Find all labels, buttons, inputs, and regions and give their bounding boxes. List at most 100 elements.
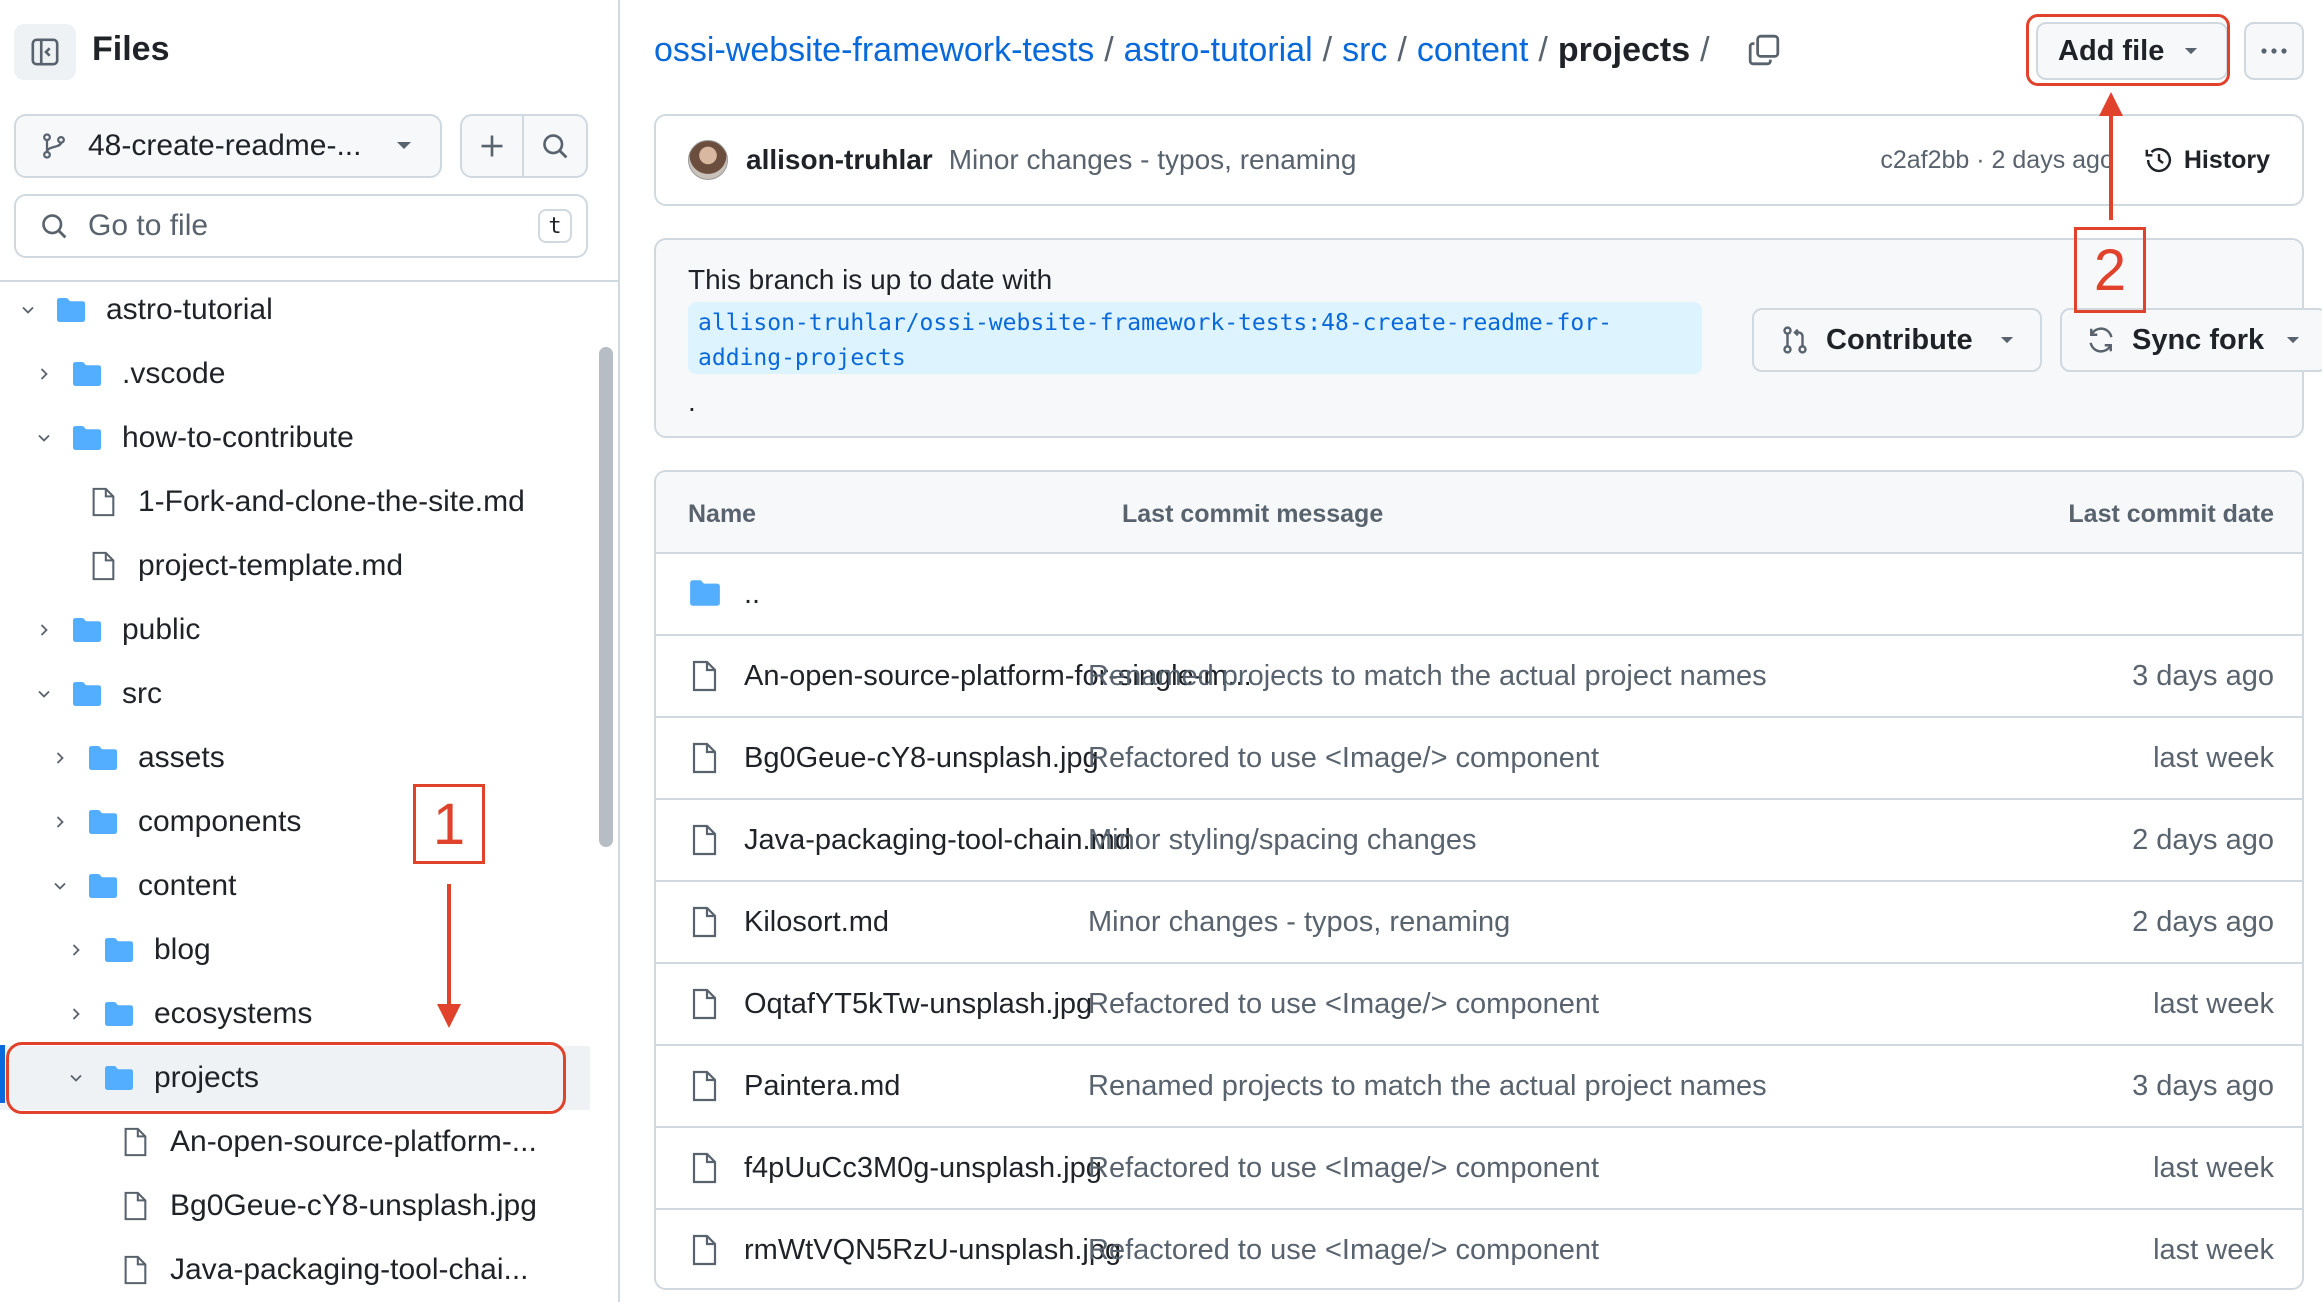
selected-item-indicator [0,1045,5,1103]
commit-author-link[interactable]: allison-truhlar [746,144,933,176]
tree-item-label: An-open-source-platform-... [170,1125,537,1158]
tree-file-item[interactable]: project-template.md [0,534,590,598]
tree-item-label: content [138,869,237,902]
chevron-right-icon[interactable] [30,366,58,382]
history-button[interactable]: History [2144,145,2270,175]
git-branch-icon [43,133,65,159]
tree-folder-item[interactable]: src [0,662,590,726]
file-name-link[interactable]: Java-packaging-tool-chain.md [744,824,1131,857]
tree-folder-item[interactable]: astro-tutorial [0,283,590,342]
commit-message-link[interactable]: Refactored to use <Image/> component [1088,1152,1599,1185]
more-options-button[interactable] [2244,22,2304,80]
kebab-horizontal-icon [2261,48,2287,54]
commit-message-link[interactable]: Refactored to use <Image/> component [1088,742,1599,775]
commit-hash-time[interactable]: c2af2bb · 2 days ago [1880,146,2114,175]
tree-file-item[interactable]: An-open-source-platform-... [0,1110,590,1174]
tree-folder-item[interactable]: assets [0,726,590,790]
sync-fork-label: Sync fork [2132,323,2265,356]
caret-down-icon [2000,336,2014,343]
breadcrumb-separator: / [1104,30,1114,69]
author-avatar[interactable] [688,140,728,180]
chevron-down-icon[interactable] [14,302,42,318]
copy-icon [1748,34,1779,66]
breadcrumb: ossi-website-framework-tests / astro-tut… [654,28,1786,72]
tree-item-label: Java-packaging-tool-chai... [170,1253,529,1286]
chevron-down-icon[interactable] [30,686,58,702]
shortcut-key-badge: t [538,209,572,243]
tree-file-item[interactable]: Bg0Geue-cY8-unsplash.jpg [0,1174,590,1238]
sidebar-header: Files [0,0,620,100]
tree-item-label: ecosystems [154,997,313,1030]
file-icon [688,1232,720,1276]
chevron-right-icon[interactable] [30,622,58,638]
file-name-link[interactable]: Bg0Geue-cY8-unsplash.jpg [744,742,1099,775]
branch-name: 48-create-readme-... [88,129,362,162]
file-name-link[interactable]: rmWtVQN5RzU-unsplash.jpg [744,1234,1121,1267]
branch-status-text: This branch is up to date with [688,264,1053,295]
chevron-right-icon[interactable] [62,942,90,958]
commit-message-link[interactable]: Minor changes - typos, renaming [949,144,1881,176]
sync-icon [2089,327,2113,353]
tree-folder-item[interactable]: .vscode [0,342,590,406]
tree-item-label: components [138,805,302,838]
tree-folder-item[interactable]: content [0,854,590,918]
table-row: f4pUuCc3M0g-unsplash.jpg Refactored to us… [656,1128,2302,1210]
tree-folder-item[interactable]: blog [0,918,590,982]
tree-file-item[interactable]: Java-packaging-tool-chai... [0,1238,590,1302]
tree-folder-item[interactable]: public [0,598,590,662]
sync-fork-button[interactable]: Sync fork [2060,308,2322,372]
chevron-right-icon[interactable] [62,1006,90,1022]
breadcrumb-separator: / [1538,30,1548,69]
commit-date: last week [2153,1152,2274,1184]
tree-folder-item[interactable]: how-to-contribute [0,406,590,470]
tree-item-label: Bg0Geue-cY8-unsplash.jpg [170,1189,537,1222]
upstream-branch-ref[interactable]: allison-truhlar/ossi-website-framework-t… [688,302,1702,374]
file-icon [688,740,720,784]
file-name-link[interactable]: Kilosort.md [744,906,889,939]
commit-message-link[interactable]: Minor changes - typos, renaming [1088,906,1510,939]
commit-date: last week [2153,988,2274,1020]
file-icon [688,658,720,702]
breadcrumb-repo-link[interactable]: ossi-website-framework-tests [654,31,1094,70]
breadcrumb-astro-tutorial-link[interactable]: astro-tutorial [1124,31,1313,70]
column-header-message: Last commit message [1122,500,1384,528]
copy-path-button[interactable] [1742,28,1786,72]
file-listing-table: Name Last commit message Last commit dat… [654,470,2304,1290]
search-tree-button[interactable] [524,114,588,178]
chevron-down-icon[interactable] [30,430,58,446]
file-name-link[interactable]: f4pUuCc3M0g-unsplash.jpg [744,1152,1102,1185]
table-row: rmWtVQN5RzU-unsplash.jpg Refactored to us… [656,1210,2302,1288]
tree-scrollbar[interactable] [592,283,618,1302]
parent-directory-row[interactable]: .. [656,554,2302,636]
column-header-name: Name [688,500,757,528]
commit-message-link[interactable]: Renamed projects to match the actual pro… [1088,1070,1767,1103]
file-icon [688,904,720,948]
table-row: Bg0Geue-cY8-unsplash.jpg Refactored to us… [656,718,2302,800]
commit-message-link[interactable]: Renamed projects to match the actual pro… [1088,660,1767,693]
commit-message-link[interactable]: Refactored to use <Image/> component [1088,1234,1599,1267]
plus-icon [481,135,503,157]
breadcrumb-src-link[interactable]: src [1342,31,1387,70]
table-row: Java-packaging-tool-chain.md Minor stylin… [656,800,2302,882]
chevron-right-icon[interactable] [46,750,74,766]
chevron-right-icon[interactable] [46,814,74,830]
file-name-link[interactable]: OqtafYT5kTw-unsplash.jpg [744,988,1092,1021]
breadcrumb-content-link[interactable]: content [1417,31,1529,70]
add-file-tree-button[interactable] [460,114,524,178]
tree-folder-item[interactable]: components [0,790,590,854]
commit-message-link[interactable]: Refactored to use <Image/> component [1088,988,1599,1021]
tree-folder-item[interactable]: ecosystems [0,982,590,1046]
tree-item-label: .vscode [122,357,226,390]
file-name-link[interactable]: Paintera.md [744,1070,900,1103]
annotation-arrow-up [2099,92,2123,220]
tree-file-item[interactable]: 1-Fork-and-clone-the-site.md [0,470,590,534]
contribute-button[interactable]: Contribute [1752,308,2042,372]
go-to-file-input[interactable]: Go to file t [14,194,588,258]
collapse-sidebar-button[interactable] [14,24,76,80]
chevron-down-icon[interactable] [46,878,74,894]
parent-directory-link[interactable]: .. [744,578,760,611]
latest-commit-bar: allison-truhlar Minor changes - typos, r… [654,114,2304,206]
commit-message-link[interactable]: Minor styling/spacing changes [1088,824,1476,857]
tree-scrollbar-thumb[interactable] [599,347,613,847]
branch-selector-button[interactable]: 48-create-readme-... [14,114,442,178]
